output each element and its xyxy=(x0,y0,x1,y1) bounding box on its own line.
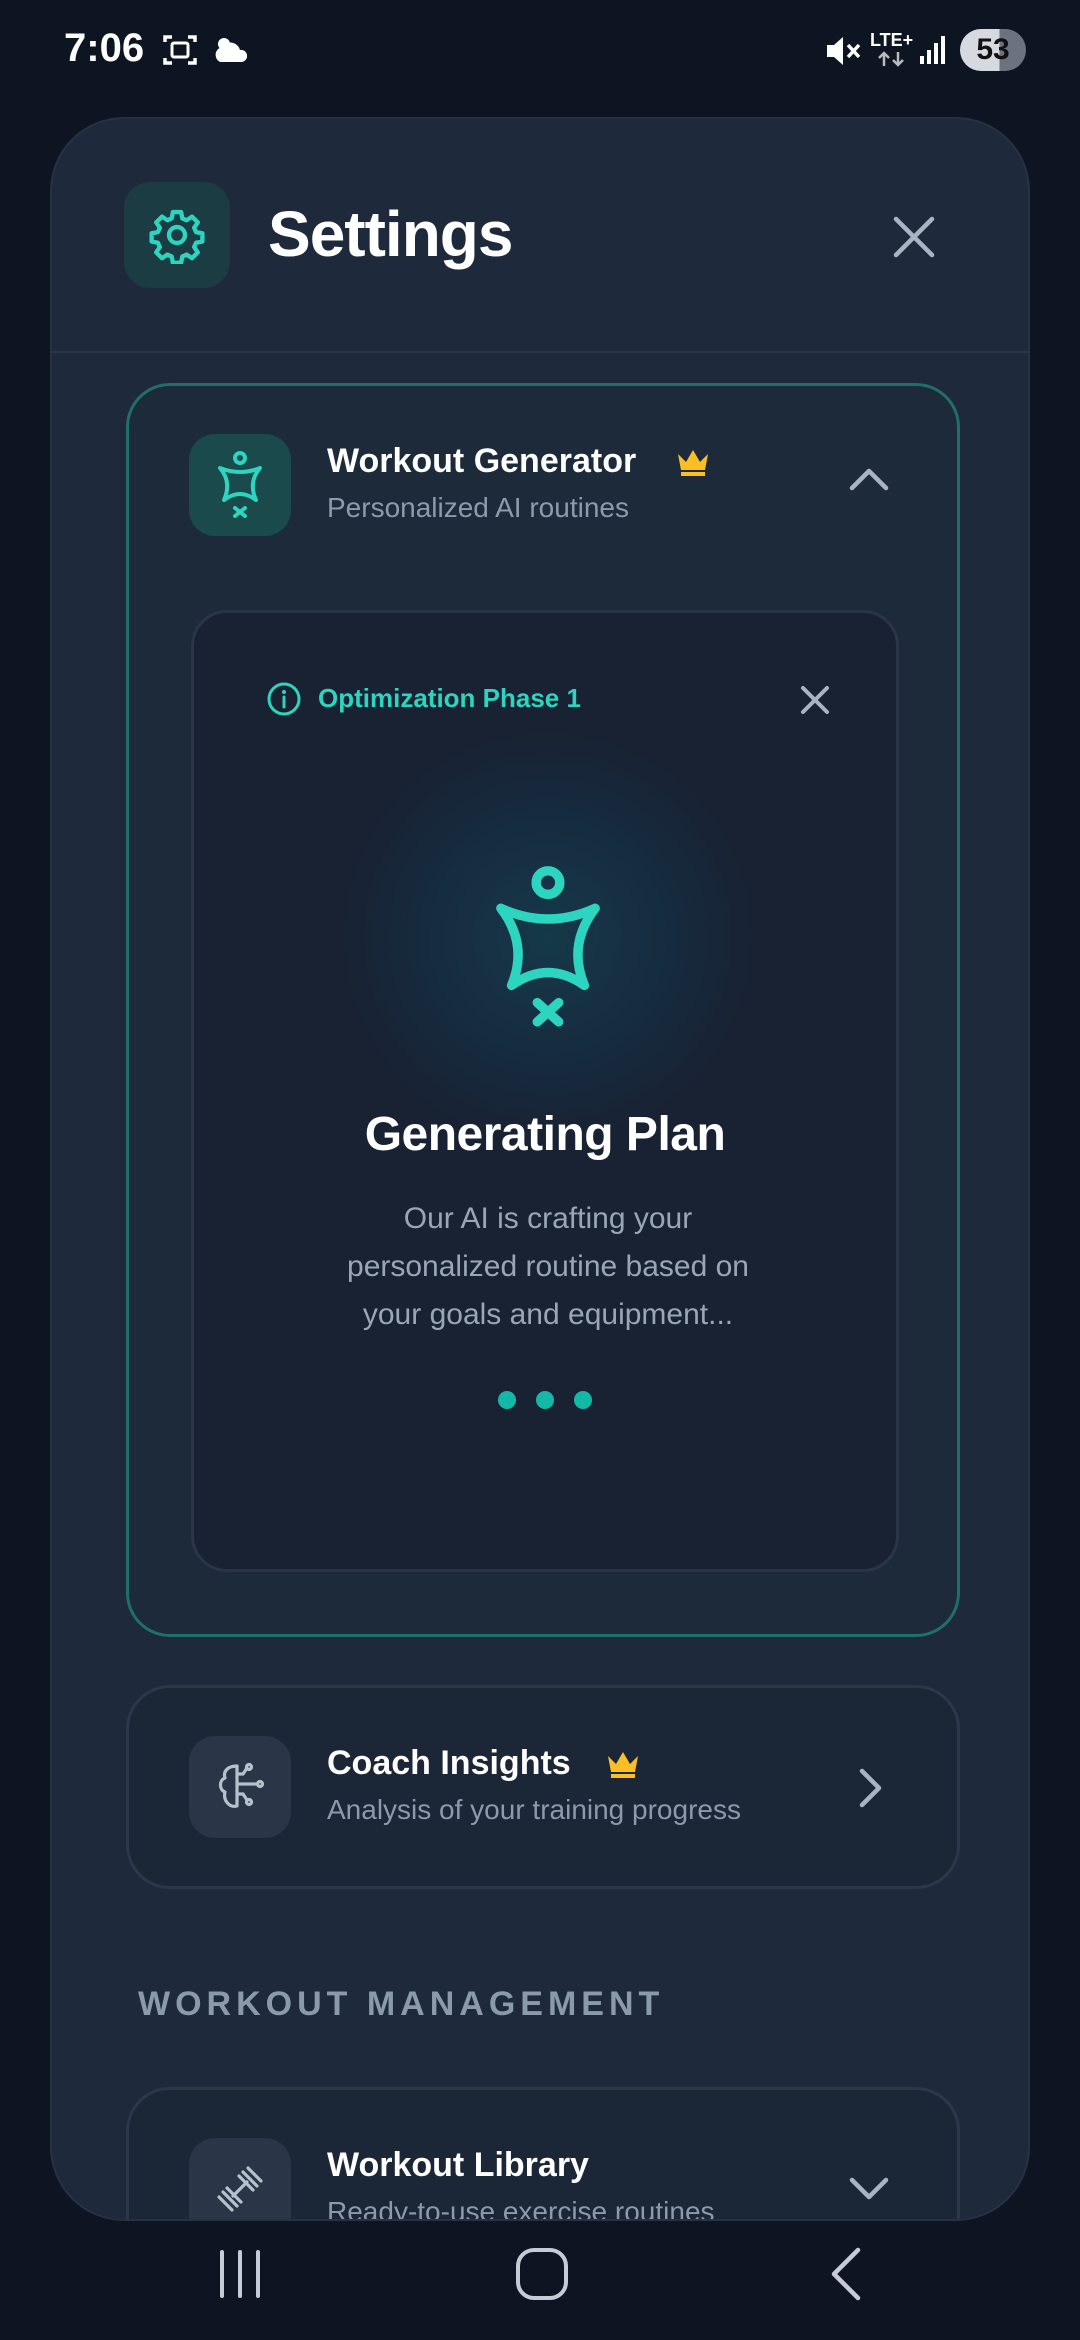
close-icon[interactable] xyxy=(886,209,942,265)
gear-icon xyxy=(149,209,205,264)
loading-dot xyxy=(497,1391,516,1409)
recent-apps-icon[interactable] xyxy=(214,2248,266,2300)
screenshot-icon xyxy=(163,35,197,65)
coach-insights-card[interactable]: Coach Insights Analysis of your training… xyxy=(126,1685,960,1889)
signal-icon xyxy=(920,36,945,64)
chevron-right-icon[interactable] xyxy=(855,1766,885,1810)
weather-icon xyxy=(215,38,248,62)
workout-generator-card[interactable]: Workout Generator Personalized AI routin… xyxy=(126,383,960,1637)
info-icon xyxy=(267,682,301,716)
generating-title: Generating Plan xyxy=(364,1108,726,1161)
workout-library-icon-tile xyxy=(189,2138,291,2219)
workout-generator-title: Workout Generator xyxy=(327,442,637,480)
chevron-up-icon[interactable] xyxy=(847,464,891,494)
loading-dot xyxy=(574,1391,593,1409)
settings-sheet: Settings Workout Generator Personalized … xyxy=(50,117,1030,2221)
phase-label: Optimization Phase 1 xyxy=(318,683,581,713)
workout-library-subtitle: Ready-to-use exercise routines xyxy=(327,2196,715,2221)
generating-plan-panel: Optimization Phase 1 Generating Plan Our… xyxy=(191,610,899,1572)
crown-icon xyxy=(678,450,708,476)
navigation-bar xyxy=(0,2228,1080,2340)
sheet-header: Settings xyxy=(52,119,1028,353)
status-bar: 7:06 LTE+ 53 xyxy=(0,0,1080,100)
page-title: Settings xyxy=(268,198,513,270)
battery-indicator: 53 xyxy=(960,29,1026,71)
generating-description: Our AI is crafting your personalized rou… xyxy=(347,1202,749,1331)
status-time: 7:06 xyxy=(64,26,145,70)
mute-icon xyxy=(827,37,861,65)
gear-tile xyxy=(124,182,230,288)
workout-generator-icon-tile xyxy=(189,434,291,536)
dismiss-panel-icon[interactable] xyxy=(798,683,832,717)
coach-insights-subtitle: Analysis of your training progress xyxy=(327,1794,741,1825)
dumbbell-icon xyxy=(217,2166,263,2212)
workout-library-title: Workout Library xyxy=(327,2146,589,2184)
home-icon[interactable] xyxy=(514,2246,570,2302)
coach-insights-icon-tile xyxy=(189,1736,291,1838)
brain-icon xyxy=(218,1762,265,1808)
data-arrows-icon xyxy=(878,51,904,67)
section-label-workout-management: WORKOUT MANAGEMENT xyxy=(138,1985,665,2023)
loading-dots xyxy=(194,1391,896,1414)
fitness-figure-icon xyxy=(218,451,262,518)
chevron-down-icon[interactable] xyxy=(847,2174,891,2204)
back-icon[interactable] xyxy=(826,2246,866,2302)
fitness-figure-icon xyxy=(496,866,600,1027)
crown-icon xyxy=(608,1752,638,1778)
loading-dot xyxy=(536,1391,554,1409)
network-label: LTE+ xyxy=(870,30,914,50)
coach-insights-title: Coach Insights xyxy=(327,1744,571,1782)
workout-library-card[interactable]: Workout Library Ready-to-use exercise ro… xyxy=(126,2087,960,2221)
workout-generator-subtitle: Personalized AI routines xyxy=(327,492,629,523)
